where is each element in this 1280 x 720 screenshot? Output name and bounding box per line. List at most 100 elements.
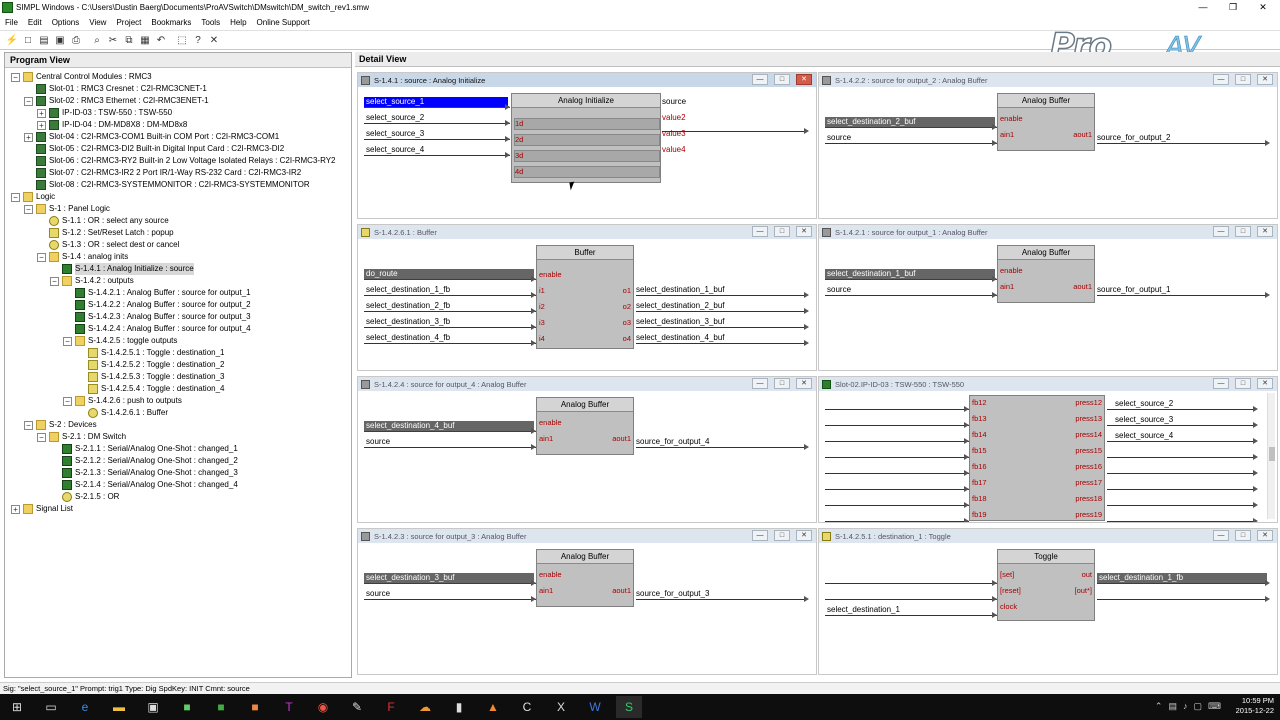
tree-item[interactable]: Slot-01 : RMC3 Cresnet : C2I-RMC3CNET-1 — [24, 83, 207, 95]
tree-item[interactable]: S-1.4.2.5.4 : Toggle : destination_4 — [76, 383, 225, 395]
output-signal[interactable]: select_destination_4_buf — [636, 333, 725, 343]
tree-item[interactable]: + IP-ID-03 : TSW-550 : TSW-550 — [37, 107, 172, 119]
pane-minimize-button[interactable]: — — [1213, 530, 1229, 541]
signal-label[interactable]: select_source_2 — [364, 113, 508, 123]
logic-symbol[interactable]: Analog Buffer enable ain1 aout1 — [997, 93, 1095, 151]
collapse-icon[interactable]: − — [63, 336, 72, 346]
signal-label[interactable]: select_destination_1 — [825, 605, 995, 615]
signal-label[interactable]: source — [825, 133, 995, 143]
pane-close-button[interactable]: ✕ — [796, 226, 812, 237]
collapse-icon[interactable]: − — [63, 396, 72, 406]
pane-title-bar[interactable]: S-1.4.2.1 : source for output_1 : Analog… — [819, 225, 1277, 239]
menu-view[interactable]: View — [84, 18, 111, 27]
tree-item[interactable]: S-1.4.2.5.2 : Toggle : destination_2 — [76, 359, 225, 371]
pane-close-button[interactable]: ✕ — [1257, 226, 1273, 237]
tree-item[interactable]: S-2.1.5 : OR — [50, 491, 119, 503]
signal-label[interactable]: select_destination_4_fb — [364, 333, 534, 343]
paste-icon[interactable]: ▦ — [139, 34, 152, 47]
tree-item[interactable]: Slot-07 : C2I-RMC3-IR2 2 Port IR/1-Way R… — [24, 167, 301, 179]
expand-icon[interactable]: + — [24, 132, 33, 142]
collapse-icon[interactable]: − — [24, 204, 33, 214]
pane-close-button[interactable]: ✕ — [1257, 378, 1273, 389]
tree-item[interactable]: S-1.4.2.2 : Analog Buffer : source for o… — [63, 299, 251, 311]
output-signal[interactable]: source_for_output_1 — [1097, 285, 1170, 295]
tree-item[interactable]: Slot-06 : C2I-RMC3-RY2 Built-in 2 Low Vo… — [24, 155, 336, 167]
app-icon-green2[interactable]: ■ — [208, 696, 234, 718]
detail-pane-p6[interactable]: Slot-02.IP-ID-03 : TSW-550 : TSW-550 — □ ✕ f… — [818, 376, 1278, 523]
tree-item[interactable]: S-1.4.2.4 : Analog Buffer : source for o… — [63, 323, 251, 335]
start-icon[interactable]: ⊞ — [4, 696, 30, 718]
keyboard-icon[interactable]: ⌨ — [1208, 701, 1221, 712]
logic-symbol[interactable]: Analog Buffer enable ain1 aout1 — [536, 397, 634, 455]
tree-item[interactable]: S-1.2 : Set/Reset Latch : popup — [37, 227, 174, 239]
pane-title-bar[interactable]: S-1.4.2.5.1 : destination_1 : Toggle — □ ✕ — [819, 529, 1277, 543]
expand-icon[interactable]: + — [37, 108, 46, 118]
menu-options[interactable]: Options — [47, 18, 85, 27]
tree-item[interactable]: + Slot-04 : C2I-RMC3-COM1 Built-in COM Po… — [24, 131, 279, 143]
signal-label[interactable]: select_source_4 — [364, 145, 508, 155]
pane-minimize-button[interactable]: — — [752, 378, 768, 389]
vlc-icon[interactable]: ▲ — [480, 696, 506, 718]
tree-item[interactable]: − S-1.4 : analog inits — [37, 251, 128, 263]
output-signal[interactable]: select_source_3 — [1115, 415, 1173, 425]
pane-maximize-button[interactable]: □ — [1235, 226, 1251, 237]
output-signal[interactable]: value4 — [662, 145, 686, 155]
tree-item[interactable]: − S-1.4.2.5 : toggle outputs — [63, 335, 177, 347]
signal-label[interactable]: select_destination_2_fb — [364, 301, 534, 311]
pane-minimize-button[interactable]: — — [1213, 378, 1229, 389]
logic-symbol[interactable]: Toggle [set] [reset] clock out [out*] — [997, 549, 1095, 621]
pane-close-button[interactable]: ✕ — [796, 530, 812, 541]
tree-item[interactable]: S-2.1.4 : Serial/Analog One-Shot : chang… — [50, 479, 238, 491]
pane-close-button[interactable]: ✕ — [1257, 530, 1273, 541]
tree-item[interactable]: S-2.1.1 : Serial/Analog One-Shot : chang… — [50, 443, 238, 455]
output-signal[interactable]: source_for_output_4 — [636, 437, 709, 447]
tree-item[interactable]: Slot-05 : C2I-RMC3-DI2 Built-in Digital … — [24, 143, 284, 155]
edge-icon[interactable]: e — [72, 696, 98, 718]
collapse-icon[interactable]: − — [37, 432, 46, 442]
menu-bookmarks[interactable]: Bookmarks — [146, 18, 196, 27]
output-signal[interactable]: select_source_2 — [1115, 399, 1173, 409]
tree-item[interactable]: − S-2.1 : DM Switch — [37, 431, 126, 443]
copy-icon[interactable]: ⧉ — [123, 34, 136, 47]
output-signal[interactable]: select_source_4 — [1115, 431, 1173, 441]
detail-pane-p8[interactable]: S-1.4.2.5.1 : destination_1 : Toggle — □ ✕ T… — [818, 528, 1278, 675]
collapse-icon[interactable]: − — [24, 96, 33, 106]
app-icon-c[interactable]: C — [514, 696, 540, 718]
detail-pane-p3[interactable]: S-1.4.2.6.1 : Buffer — □ ✕ Buffer enable i1 o1 i… — [357, 224, 817, 371]
tree-item[interactable]: S-1.4.2.5.3 : Toggle : destination_3 — [76, 371, 225, 383]
tree-item[interactable]: + Signal List — [11, 503, 73, 515]
filezilla-icon[interactable]: F — [378, 696, 404, 718]
menu-tools[interactable]: Tools — [196, 18, 225, 27]
expand-icon[interactable]: + — [11, 504, 20, 514]
logic-symbol[interactable]: Analog Initialize 1d 2d 3d 4d — [511, 93, 661, 183]
detail-pane-p1[interactable]: S-1.4.1 : source : Analog Initialize — □ ✕ A… — [357, 72, 817, 219]
pane-maximize-button[interactable]: □ — [774, 74, 790, 85]
tree-item[interactable]: Slot-08 : C2I-RMC3-SYSTEMMONITOR : C2I-R… — [24, 179, 310, 191]
tree-item[interactable]: S-1.1 : OR : select any source — [37, 215, 169, 227]
minimize-button[interactable]: — — [1188, 0, 1218, 15]
tree-item[interactable]: S-1.4.1 : Analog Initialize : source — [50, 263, 194, 275]
output-signal[interactable]: select_destination_1_buf — [636, 285, 725, 295]
logic-symbol[interactable]: fb12 press12 fb13 press13 fb14 press14 fb15 pre… — [969, 395, 1105, 521]
detail-pane-p7[interactable]: S-1.4.2.3 : source for output_3 : Analog… — [357, 528, 817, 675]
pane-maximize-button[interactable]: □ — [1235, 378, 1251, 389]
new-icon[interactable]: □ — [22, 34, 35, 47]
pane-minimize-button[interactable]: — — [1213, 226, 1229, 237]
tree-item[interactable]: S-2.1.3 : Serial/Analog One-Shot : chang… — [50, 467, 238, 479]
app-icon-x[interactable]: X — [548, 696, 574, 718]
close-button[interactable]: ✕ — [1248, 0, 1278, 15]
tree-item[interactable]: S-1.4.2.6.1 : Buffer — [76, 407, 168, 419]
tree-item[interactable]: S-1.4.2.3 : Analog Buffer : source for o… — [63, 311, 251, 323]
tree-item[interactable]: S-1.4.2.5.1 : Toggle : destination_1 — [76, 347, 225, 359]
output-signal[interactable]: source_for_output_2 — [1097, 133, 1170, 143]
logic-symbol[interactable]: Analog Buffer enable ain1 aout1 — [536, 549, 634, 607]
notification-icon[interactable]: ▢ — [1193, 701, 1202, 712]
pane-close-button[interactable]: ✕ — [796, 74, 812, 85]
menu-file[interactable]: File — [0, 18, 23, 27]
pane-title-bar[interactable]: S-1.4.2.3 : source for output_3 : Analog… — [358, 529, 816, 543]
clock[interactable]: 10:59 PM 2015-12-22 — [1236, 696, 1274, 716]
collapse-icon[interactable]: − — [50, 276, 59, 286]
pane-maximize-button[interactable]: □ — [774, 530, 790, 541]
save-icon[interactable]: ▣ — [54, 34, 67, 47]
output-signal[interactable]: source_for_output_3 — [636, 589, 709, 599]
